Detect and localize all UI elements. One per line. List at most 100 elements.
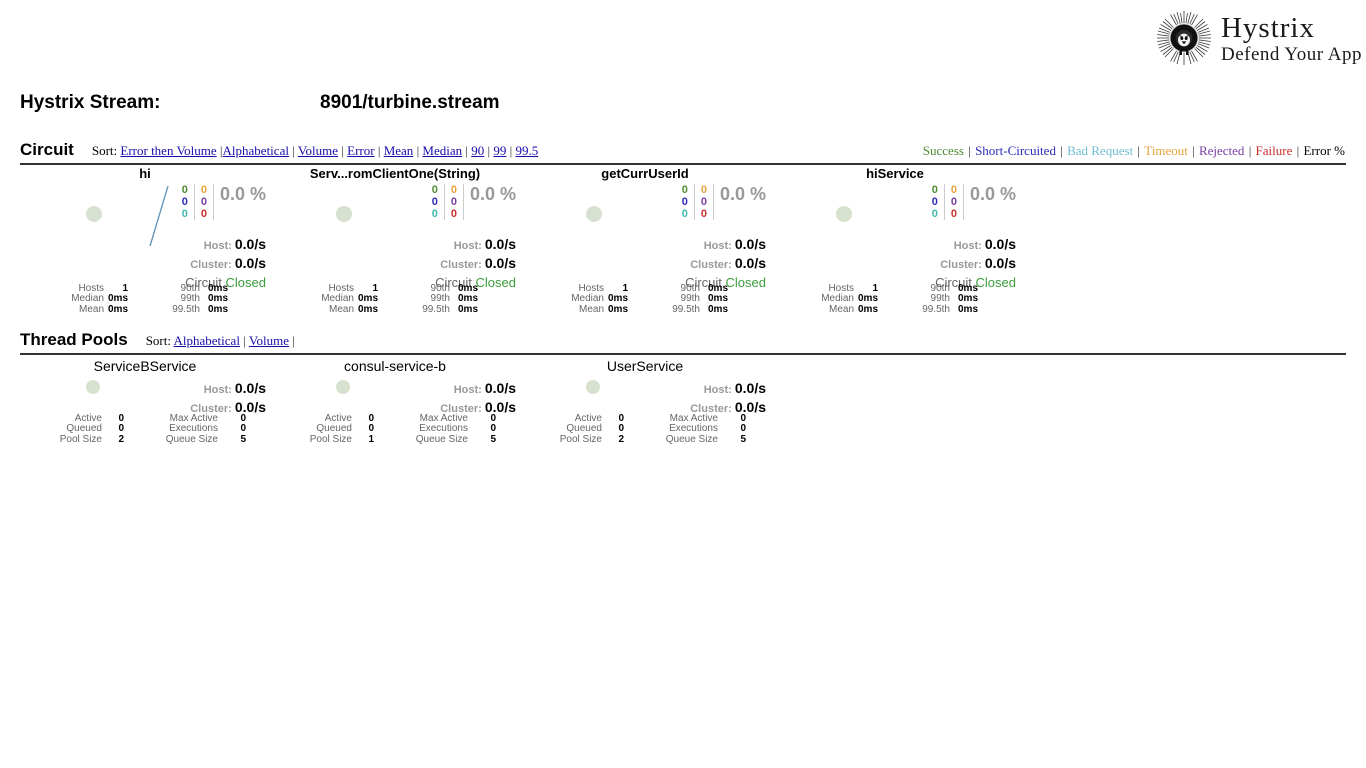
circuit-host-rate: Host: 0.0/s — [435, 236, 516, 255]
legend-item-rejected: Rejected — [1198, 143, 1245, 158]
sort-link-volume[interactable]: Volume — [249, 333, 289, 348]
host-label: Host: — [453, 240, 485, 252]
circuit-latency-stats: Hosts 1 90th 0ms Median 0ms 99th 0ms Mean 0ms 99.5… — [284, 283, 516, 316]
stat-value: 0ms — [207, 293, 228, 304]
threadpool-card-title: UserService — [606, 358, 684, 374]
counter-short-circuited: 0 — [931, 196, 938, 208]
counter-rejected: 0 — [450, 196, 457, 208]
counter-failure: 0 — [950, 208, 957, 220]
stat-label: 99.5th — [422, 303, 450, 315]
legend-item-bad-request: Bad Request — [1067, 143, 1134, 158]
stat-label: 99th — [180, 293, 200, 304]
stat-value: 0ms — [358, 293, 379, 304]
threadpool-card[interactable]: ServiceBService Host: 0.0/s Cluster: 0.0/s… — [20, 358, 270, 453]
circuit-card-title: getCurrUserId — [601, 166, 689, 181]
sort-link-median[interactable]: Median — [422, 143, 462, 158]
legend-item-short-circuited: Short-Circuited — [975, 143, 1056, 158]
circuit-counters: 0 0 0 0 0 0 0.0 % — [676, 184, 766, 220]
counter-failure: 0 — [200, 208, 207, 220]
hystrix-porcupine-logo — [1153, 8, 1215, 70]
stat-label: Pool Size — [309, 433, 352, 445]
counter-success: 0 — [181, 184, 188, 196]
circuit-counters-left: 000 — [926, 184, 945, 220]
stat-label: Mean — [78, 303, 104, 315]
stat-value: 0ms — [457, 293, 478, 304]
sort-link-error-then-volume[interactable]: Error then Volume — [120, 143, 216, 158]
circuit-error-percentage: 0.0 % — [469, 184, 516, 204]
sort-link-volume[interactable]: Volume — [298, 143, 338, 158]
legend-separator: | — [964, 143, 975, 158]
circuit-counters: 0 0 0 0 0 0 0.0 % — [426, 184, 516, 220]
circuit-volume-marker — [336, 206, 352, 222]
circuit-cluster-rate: Cluster: 0.0/s — [935, 255, 1016, 274]
sort-link-99[interactable]: 99 — [493, 143, 506, 158]
circuit-legend: Success | Short-Circuited | Bad Request … — [922, 143, 1346, 159]
counter-timeout: 0 — [700, 184, 707, 196]
sort-link-90[interactable]: 90 — [471, 143, 484, 158]
host-label: Host: — [953, 240, 985, 252]
legend-item-timeout: Timeout — [1144, 143, 1188, 158]
circuit-cluster-rate: Cluster: 0.0/s — [435, 255, 516, 274]
stat-label: Mean — [828, 303, 854, 315]
circuit-counters-left: 000 — [426, 184, 445, 220]
stat-value: 2 — [118, 433, 124, 445]
stat-label: Pool Size — [59, 433, 102, 445]
sort-separator: | — [462, 143, 472, 158]
sort-link-error[interactable]: Error — [347, 143, 374, 158]
host-rate-value: 0.0/s — [484, 236, 516, 252]
sort-link-alphabetical[interactable]: Alphabetical — [223, 143, 289, 158]
circuit-error-percentage: 0.0 % — [719, 184, 766, 204]
stat-label: Median — [321, 293, 354, 304]
stream-value: 8901/turbine.stream — [320, 92, 500, 113]
counter-short-circuited: 0 — [681, 196, 688, 208]
circuit-card-title: hi — [139, 166, 151, 181]
threadpool-card[interactable]: UserService Host: 0.0/s Cluster: 0.0/s Acti… — [520, 358, 770, 453]
stat-value: 0ms — [858, 293, 879, 304]
threadpool-host-rate: Host: 0.0/s — [690, 380, 766, 399]
sort-link-99-5[interactable]: 99.5 — [515, 143, 538, 158]
stat-value: 0ms — [707, 303, 728, 315]
circuit-host-rate: Host: 0.0/s — [685, 236, 766, 255]
circuit-card[interactable]: Serv...romClientOne(String) 0 0 0 0 0 0 0.0 % Ho… — [270, 166, 520, 321]
stat-label: Executions — [169, 423, 218, 434]
counter-bad-request: 0 — [681, 208, 688, 220]
circuit-counters: 0 0 0 0 0 0 0.0 % — [926, 184, 1016, 220]
legend-item-error: Error % — [1303, 143, 1345, 158]
circuit-cluster-rate: Cluster: 0.0/s — [685, 255, 766, 274]
legend-separator: | — [1134, 143, 1144, 158]
threadpool-card[interactable]: consul-service-b Host: 0.0/s Cluster: 0.0/… — [270, 358, 520, 453]
counter-rejected: 0 — [700, 196, 707, 208]
stat-label: Queue Size — [415, 433, 468, 445]
circuit-section-header: Circuit Sort: Error then Volume |Alphabe… — [20, 140, 1346, 165]
cluster-label: Cluster: — [440, 259, 485, 271]
counter-bad-request: 0 — [431, 208, 438, 220]
stat-label: 99th — [680, 293, 700, 304]
circuit-card[interactable]: getCurrUserId 0 0 0 0 0 0 0.0 % Host: 0.0/s Clust… — [520, 166, 770, 321]
stat-value: 0ms — [957, 303, 978, 315]
sort-link-mean[interactable]: Mean — [384, 143, 414, 158]
stat-value: 0ms — [608, 293, 629, 304]
host-label: Host: — [703, 384, 735, 396]
circuit-card[interactable]: hiService 0 0 0 0 0 0 0.0 % Host: 0.0/s Cluster: … — [770, 166, 1020, 321]
counter-success: 0 — [931, 184, 938, 196]
sort-link-alphabetical[interactable]: Alphabetical — [174, 333, 240, 348]
cluster-rate-value: 0.0/s — [734, 255, 766, 271]
logo-subtitle: Defend Your App — [1220, 44, 1362, 65]
stat-value: 0 — [368, 423, 374, 434]
stat-label: Queue Size — [165, 433, 218, 445]
sort-separator: | — [338, 143, 348, 158]
legend-separator: | — [1245, 143, 1255, 158]
host-label: Host: — [703, 240, 735, 252]
circuit-counters-right: 000 — [945, 184, 964, 220]
threadpool-card-title: consul-service-b — [344, 358, 446, 374]
circuit-card[interactable]: hi 0 0 0 0 0 0 0.0 % Host: 0.0/s Cluster: 0.0/s Ci… — [20, 166, 270, 321]
cluster-rate-value: 0.0/s — [984, 255, 1016, 271]
circuit-counters-right: 000 — [695, 184, 714, 220]
logo-title: Hystrix — [1220, 12, 1315, 44]
counter-bad-request: 0 — [181, 208, 188, 220]
circuit-card-title: Serv...romClientOne(String) — [309, 166, 481, 181]
host-rate-value: 0.0/s — [984, 236, 1016, 252]
stat-value: 0ms — [707, 293, 728, 304]
stat-label: 99th — [430, 293, 450, 304]
circuit-latency-stats: Hosts 1 90th 0ms Median 0ms 99th 0ms Mean 0ms 99.5… — [784, 283, 1016, 316]
